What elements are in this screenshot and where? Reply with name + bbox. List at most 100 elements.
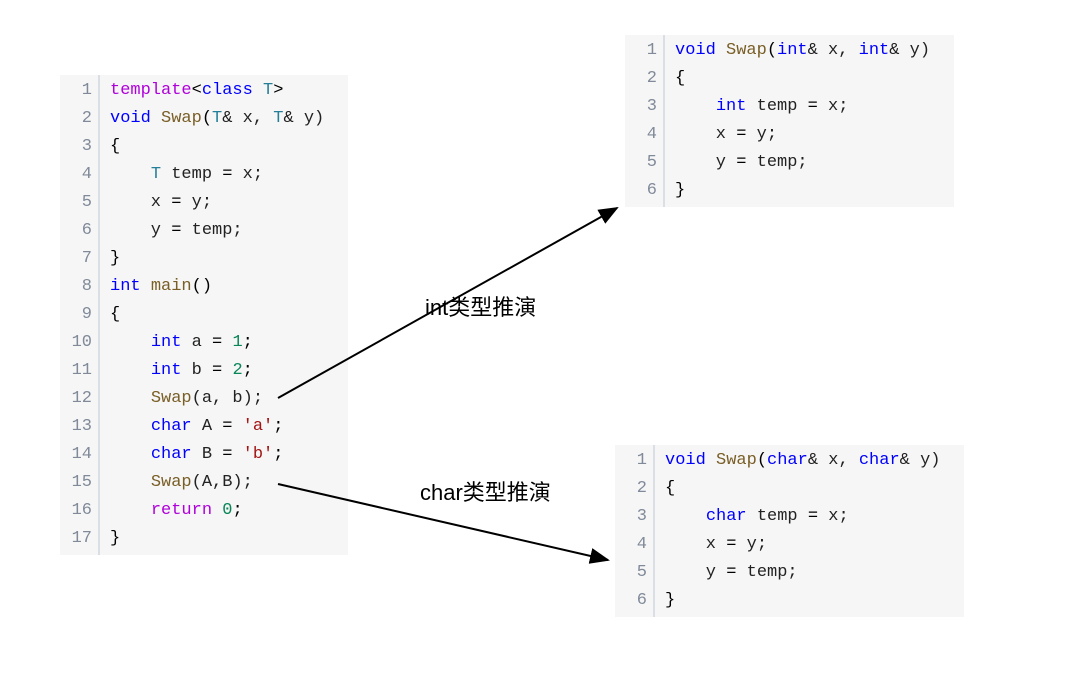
token: { bbox=[665, 479, 675, 498]
code-line: int a = 1; bbox=[110, 329, 324, 357]
token bbox=[151, 109, 161, 128]
line-number: 5 bbox=[625, 559, 647, 587]
line-number: 3 bbox=[625, 503, 647, 531]
token: = bbox=[212, 361, 222, 380]
token bbox=[212, 501, 222, 520]
token bbox=[222, 333, 232, 352]
line-number: 7 bbox=[70, 245, 92, 273]
gutter-main: 1234567891011121314151617 bbox=[60, 75, 100, 555]
token: ( bbox=[767, 41, 777, 60]
code-line: y = temp; bbox=[675, 149, 930, 177]
code-char: void Swap(char& x, char& y){ char temp =… bbox=[655, 445, 964, 617]
token bbox=[222, 361, 232, 380]
token: return bbox=[151, 501, 212, 520]
token: } bbox=[675, 181, 685, 200]
token: y bbox=[110, 221, 171, 240]
code-line: { bbox=[675, 65, 930, 93]
line-number: 2 bbox=[70, 105, 92, 133]
token: B bbox=[192, 445, 223, 464]
token: > bbox=[273, 81, 283, 100]
token: } bbox=[665, 591, 675, 610]
token: y; bbox=[181, 193, 212, 212]
token: template bbox=[110, 81, 192, 100]
token: < bbox=[192, 81, 202, 100]
line-number: 4 bbox=[635, 121, 657, 149]
token: = bbox=[808, 507, 818, 526]
token: x bbox=[665, 535, 726, 554]
token: char bbox=[706, 507, 747, 526]
token: x; bbox=[818, 97, 849, 116]
token: 'b' bbox=[243, 445, 274, 464]
code-line: template<class T> bbox=[110, 77, 324, 105]
code-line: Swap(a, b); bbox=[110, 385, 324, 413]
token: 0 bbox=[222, 501, 232, 520]
token: T bbox=[151, 165, 161, 184]
line-number: 14 bbox=[70, 441, 92, 469]
token: & x, bbox=[222, 109, 273, 128]
token: ( bbox=[202, 109, 212, 128]
token: T bbox=[212, 109, 222, 128]
token: ; bbox=[273, 445, 283, 464]
code-line: Swap(A,B); bbox=[110, 469, 324, 497]
token: y; bbox=[736, 535, 767, 554]
token: = bbox=[726, 563, 736, 582]
token: & y) bbox=[889, 41, 930, 60]
line-number: 5 bbox=[70, 189, 92, 217]
code-block-int: 123456 void Swap(int& x, int& y){ int te… bbox=[625, 35, 954, 207]
code-block-char: 123456 void Swap(char& x, char& y) { char… bbox=[615, 445, 964, 617]
code-line: { bbox=[110, 301, 324, 329]
line-number: 12 bbox=[70, 385, 92, 413]
token: T bbox=[263, 81, 273, 100]
token: = bbox=[222, 445, 232, 464]
code-line: T temp = x; bbox=[110, 161, 324, 189]
code-line: x = y; bbox=[675, 121, 930, 149]
token: (a, b); bbox=[192, 389, 263, 408]
line-number: 1 bbox=[635, 37, 657, 65]
line-number: 6 bbox=[70, 217, 92, 245]
code-line: int main() bbox=[110, 273, 324, 301]
token: temp; bbox=[181, 221, 242, 240]
line-number: 17 bbox=[70, 525, 92, 553]
token: T bbox=[273, 109, 283, 128]
token: char bbox=[859, 451, 900, 470]
token: int bbox=[716, 97, 747, 116]
token bbox=[110, 445, 151, 464]
label-int-deduction: int类型推演 bbox=[425, 290, 536, 322]
token: { bbox=[110, 137, 120, 156]
token bbox=[253, 81, 263, 100]
token: { bbox=[675, 69, 685, 88]
code-block-main: 1234567891011121314151617 template<class… bbox=[60, 75, 348, 555]
token bbox=[110, 165, 151, 184]
token: = bbox=[736, 153, 746, 172]
line-number: 5 bbox=[635, 149, 657, 177]
token: Swap bbox=[161, 109, 202, 128]
token: A bbox=[192, 417, 223, 436]
token: main bbox=[151, 277, 192, 296]
token: x; bbox=[818, 507, 849, 526]
line-number: 2 bbox=[625, 475, 647, 503]
code-line: } bbox=[665, 587, 940, 615]
gutter-char: 123456 bbox=[615, 445, 655, 617]
token: class bbox=[202, 81, 253, 100]
token: = bbox=[171, 193, 181, 212]
token: & y) bbox=[900, 451, 941, 470]
line-number: 16 bbox=[70, 497, 92, 525]
token: Swap bbox=[726, 41, 767, 60]
token: y bbox=[665, 563, 726, 582]
token: ; bbox=[273, 417, 283, 436]
token: temp bbox=[161, 165, 222, 184]
line-number: 13 bbox=[70, 413, 92, 441]
token: void bbox=[675, 41, 716, 60]
code-line: char A = 'a'; bbox=[110, 413, 324, 441]
token: char bbox=[151, 417, 192, 436]
token: void bbox=[665, 451, 706, 470]
code-line: void Swap(char& x, char& y) bbox=[665, 447, 940, 475]
token: temp bbox=[746, 97, 807, 116]
line-number: 11 bbox=[70, 357, 92, 385]
token: char bbox=[767, 451, 808, 470]
line-number: 4 bbox=[625, 531, 647, 559]
line-number: 10 bbox=[70, 329, 92, 357]
token: 'a' bbox=[243, 417, 274, 436]
token: int bbox=[777, 41, 808, 60]
token: = bbox=[222, 417, 232, 436]
